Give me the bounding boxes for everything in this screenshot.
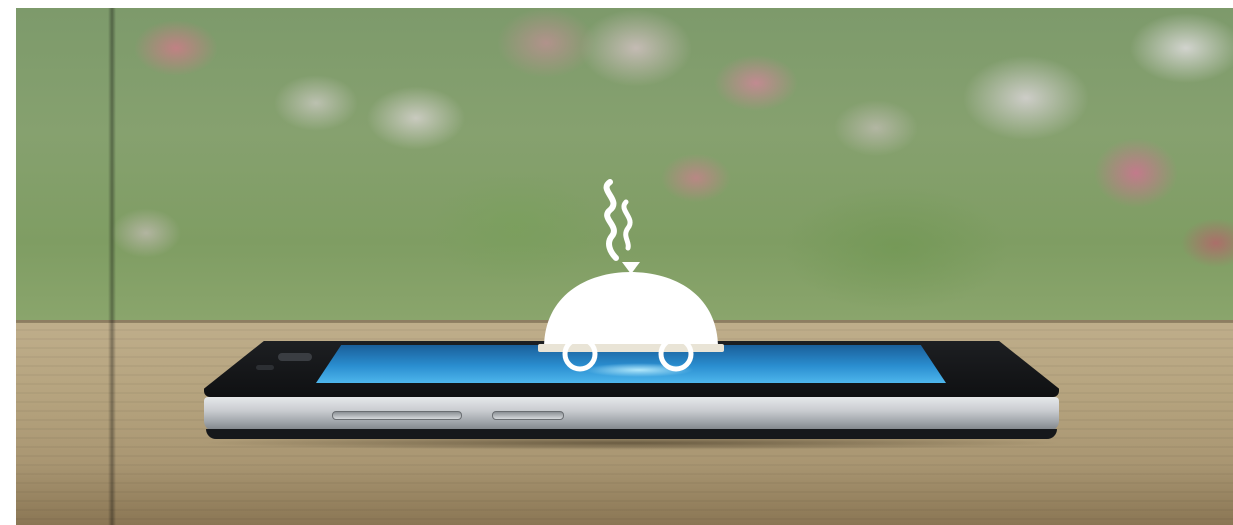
volume-button: [332, 411, 462, 420]
phone-speaker: [278, 353, 312, 361]
power-button: [492, 411, 564, 420]
photo-scene: [16, 8, 1233, 525]
page-fold-shadow: [108, 8, 116, 525]
cloche-delivery-cart-icon: [536, 176, 726, 376]
phone-back-edge: [206, 429, 1057, 439]
phone-sensor: [256, 365, 274, 370]
